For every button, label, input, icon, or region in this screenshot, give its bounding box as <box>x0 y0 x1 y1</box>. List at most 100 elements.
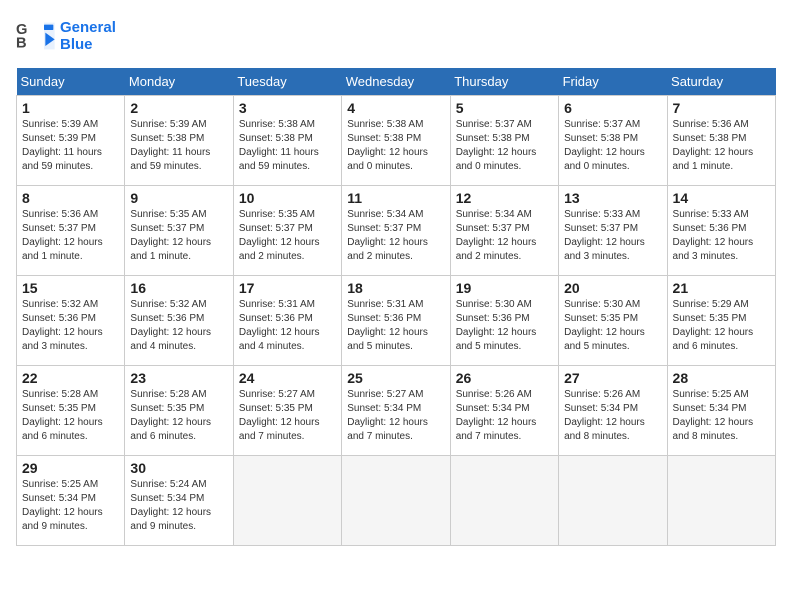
day-info: Sunrise: 5:39 AMSunset: 5:39 PMDaylight:… <box>22 118 119 174</box>
day-info: Sunrise: 5:32 AMSunset: 5:36 PMDaylight:… <box>130 298 227 354</box>
day-number: 11 <box>347 190 444 206</box>
day-info: Sunrise: 5:33 AMSunset: 5:36 PMDaylight:… <box>673 208 770 264</box>
day-info: Sunrise: 5:25 AMSunset: 5:34 PMDaylight:… <box>22 478 119 534</box>
svg-text:B: B <box>16 35 27 51</box>
day-info: Sunrise: 5:33 AMSunset: 5:37 PMDaylight:… <box>564 208 661 264</box>
day-number: 27 <box>564 370 661 386</box>
day-info: Sunrise: 5:38 AMSunset: 5:38 PMDaylight:… <box>239 118 336 174</box>
day-number: 6 <box>564 100 661 116</box>
day-number: 25 <box>347 370 444 386</box>
day-info: Sunrise: 5:26 AMSunset: 5:34 PMDaylight:… <box>564 388 661 444</box>
day-number: 4 <box>347 100 444 116</box>
calendar-cell: 7 Sunrise: 5:36 AMSunset: 5:38 PMDaylight… <box>667 96 775 186</box>
day-info: Sunrise: 5:37 AMSunset: 5:38 PMDaylight:… <box>456 118 553 174</box>
calendar-week-1: 1 Sunrise: 5:39 AMSunset: 5:39 PMDaylight… <box>17 96 776 186</box>
calendar-cell: 20 Sunrise: 5:30 AMSunset: 5:35 PMDayligh… <box>559 276 667 366</box>
logo: G B General Blue <box>16 16 116 56</box>
day-number: 3 <box>239 100 336 116</box>
calendar-cell: 19Sunrise: 5:30 AMSunset: 5:36 PMDayligh… <box>450 276 558 366</box>
day-info: Sunrise: 5:37 AMSunset: 5:38 PMDaylight:… <box>564 118 661 174</box>
calendar-week-4: 22 Sunrise: 5:28 AMSunset: 5:35 PMDayligh… <box>17 366 776 456</box>
calendar-table: SundayMondayTuesdayWednesdayThursdayFrid… <box>16 68 776 546</box>
logo-blue: Blue <box>60 36 116 53</box>
day-number: 26 <box>456 370 553 386</box>
day-info: Sunrise: 5:31 AMSunset: 5:36 PMDaylight:… <box>347 298 444 354</box>
weekday-header-thursday: Thursday <box>450 68 558 96</box>
calendar-cell <box>450 456 558 546</box>
day-info: Sunrise: 5:25 AMSunset: 5:34 PMDaylight:… <box>673 388 770 444</box>
calendar-cell: 8 Sunrise: 5:36 AMSunset: 5:37 PMDaylight… <box>17 186 125 276</box>
logo-general: General <box>60 19 116 36</box>
calendar-week-3: 15 Sunrise: 5:32 AMSunset: 5:36 PMDayligh… <box>17 276 776 366</box>
calendar-cell: 2 Sunrise: 5:39 AMSunset: 5:38 PMDaylight… <box>125 96 233 186</box>
calendar-cell: 30 Sunrise: 5:24 AMSunset: 5:34 PMDayligh… <box>125 456 233 546</box>
day-number: 1 <box>22 100 119 116</box>
calendar-cell: 29 Sunrise: 5:25 AMSunset: 5:34 PMDayligh… <box>17 456 125 546</box>
calendar-week-2: 8 Sunrise: 5:36 AMSunset: 5:37 PMDaylight… <box>17 186 776 276</box>
day-number: 9 <box>130 190 227 206</box>
weekday-header-saturday: Saturday <box>667 68 775 96</box>
day-number: 7 <box>673 100 770 116</box>
day-info: Sunrise: 5:30 AMSunset: 5:35 PMDaylight:… <box>564 298 661 354</box>
calendar-cell: 4 Sunrise: 5:38 AMSunset: 5:38 PMDaylight… <box>342 96 450 186</box>
calendar-cell: 27 Sunrise: 5:26 AMSunset: 5:34 PMDayligh… <box>559 366 667 456</box>
calendar-cell: 28 Sunrise: 5:25 AMSunset: 5:34 PMDayligh… <box>667 366 775 456</box>
calendar-cell: 25Sunrise: 5:27 AMSunset: 5:34 PMDayligh… <box>342 366 450 456</box>
calendar-cell: 24 Sunrise: 5:27 AMSunset: 5:35 PMDayligh… <box>233 366 341 456</box>
day-number: 24 <box>239 370 336 386</box>
calendar-cell: 5Sunrise: 5:37 AMSunset: 5:38 PMDaylight… <box>450 96 558 186</box>
day-number: 2 <box>130 100 227 116</box>
calendar-cell: 26 Sunrise: 5:26 AMSunset: 5:34 PMDayligh… <box>450 366 558 456</box>
calendar-cell: 11 Sunrise: 5:34 AMSunset: 5:37 PMDayligh… <box>342 186 450 276</box>
day-number: 8 <box>22 190 119 206</box>
day-info: Sunrise: 5:32 AMSunset: 5:36 PMDaylight:… <box>22 298 119 354</box>
day-info: Sunrise: 5:36 AMSunset: 5:37 PMDaylight:… <box>22 208 119 264</box>
day-info: Sunrise: 5:35 AMSunset: 5:37 PMDaylight:… <box>239 208 336 264</box>
calendar-cell: 16 Sunrise: 5:32 AMSunset: 5:36 PMDayligh… <box>125 276 233 366</box>
day-info: Sunrise: 5:26 AMSunset: 5:34 PMDaylight:… <box>456 388 553 444</box>
day-info: Sunrise: 5:27 AMSunset: 5:35 PMDaylight:… <box>239 388 336 444</box>
day-info: Sunrise: 5:30 AMSunset: 5:36 PMDaylight:… <box>456 298 553 354</box>
day-info: Sunrise: 5:35 AMSunset: 5:37 PMDaylight:… <box>130 208 227 264</box>
day-number: 15 <box>22 280 119 296</box>
calendar-cell: 15 Sunrise: 5:32 AMSunset: 5:36 PMDayligh… <box>17 276 125 366</box>
calendar-cell: 1 Sunrise: 5:39 AMSunset: 5:39 PMDaylight… <box>17 96 125 186</box>
page-header: G B General Blue <box>16 16 776 56</box>
calendar-week-5: 29 Sunrise: 5:25 AMSunset: 5:34 PMDayligh… <box>17 456 776 546</box>
day-info: Sunrise: 5:28 AMSunset: 5:35 PMDaylight:… <box>130 388 227 444</box>
day-info: Sunrise: 5:28 AMSunset: 5:35 PMDaylight:… <box>22 388 119 444</box>
day-number: 22 <box>22 370 119 386</box>
day-info: Sunrise: 5:34 AMSunset: 5:37 PMDaylight:… <box>347 208 444 264</box>
day-number: 10 <box>239 190 336 206</box>
logo-svg: G B <box>16 16 56 56</box>
day-number: 13 <box>564 190 661 206</box>
weekday-header-row: SundayMondayTuesdayWednesdayThursdayFrid… <box>17 68 776 96</box>
day-number: 12 <box>456 190 553 206</box>
day-number: 16 <box>130 280 227 296</box>
calendar-cell: 3 Sunrise: 5:38 AMSunset: 5:38 PMDaylight… <box>233 96 341 186</box>
calendar-cell: 12 Sunrise: 5:34 AMSunset: 5:37 PMDayligh… <box>450 186 558 276</box>
day-number: 30 <box>130 460 227 476</box>
day-number: 29 <box>22 460 119 476</box>
weekday-header-monday: Monday <box>125 68 233 96</box>
day-number: 28 <box>673 370 770 386</box>
calendar-cell: 17Sunrise: 5:31 AMSunset: 5:36 PMDayligh… <box>233 276 341 366</box>
calendar-cell: 6 Sunrise: 5:37 AMSunset: 5:38 PMDaylight… <box>559 96 667 186</box>
weekday-header-wednesday: Wednesday <box>342 68 450 96</box>
day-number: 14 <box>673 190 770 206</box>
day-info: Sunrise: 5:38 AMSunset: 5:38 PMDaylight:… <box>347 118 444 174</box>
day-info: Sunrise: 5:24 AMSunset: 5:34 PMDaylight:… <box>130 478 227 534</box>
day-info: Sunrise: 5:36 AMSunset: 5:38 PMDaylight:… <box>673 118 770 174</box>
calendar-cell: 13 Sunrise: 5:33 AMSunset: 5:37 PMDayligh… <box>559 186 667 276</box>
day-number: 20 <box>564 280 661 296</box>
calendar-cell: 14 Sunrise: 5:33 AMSunset: 5:36 PMDayligh… <box>667 186 775 276</box>
calendar-cell <box>559 456 667 546</box>
calendar-cell: 23Sunrise: 5:28 AMSunset: 5:35 PMDayligh… <box>125 366 233 456</box>
day-info: Sunrise: 5:39 AMSunset: 5:38 PMDaylight:… <box>130 118 227 174</box>
day-info: Sunrise: 5:29 AMSunset: 5:35 PMDaylight:… <box>673 298 770 354</box>
calendar-cell <box>233 456 341 546</box>
day-info: Sunrise: 5:34 AMSunset: 5:37 PMDaylight:… <box>456 208 553 264</box>
calendar-cell <box>667 456 775 546</box>
day-number: 17 <box>239 280 336 296</box>
weekday-header-tuesday: Tuesday <box>233 68 341 96</box>
